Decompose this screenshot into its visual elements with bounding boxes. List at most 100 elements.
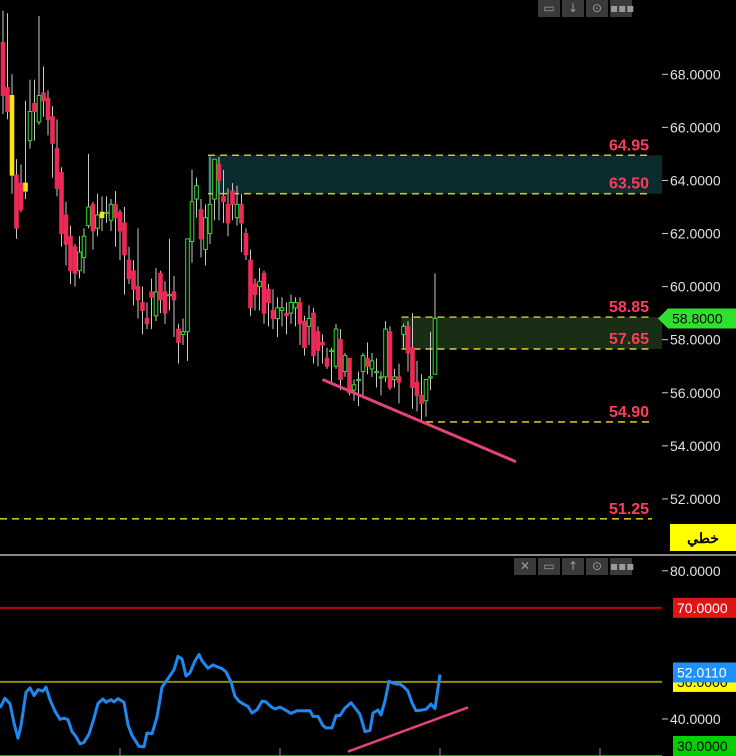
candle-body	[162, 291, 168, 314]
price-axis-label: 60.0000	[670, 279, 721, 295]
candle-body	[306, 317, 312, 327]
candle-body	[113, 203, 118, 219]
candle-body	[279, 307, 285, 312]
candle-body	[45, 97, 51, 120]
candle-body	[320, 341, 325, 346]
price-level-label: 57.65	[609, 331, 649, 348]
candle-body	[239, 203, 244, 224]
price-level-label: 58.85	[609, 299, 649, 316]
indicator-trendline-group	[347, 706, 469, 753]
candle-body	[167, 294, 172, 297]
candle-body	[131, 270, 136, 290]
indicator-axis: 80.000040.000070.000050.000030.000052.01…	[119, 556, 736, 756]
candle-body	[248, 259, 253, 309]
candle-body	[243, 233, 249, 256]
indicator-series-line	[0, 653, 442, 749]
close-icon[interactable]: ✕	[514, 558, 536, 575]
maximize-icon[interactable]: ▭	[538, 0, 560, 17]
candle-body	[284, 312, 289, 317]
candle-body	[378, 376, 384, 379]
chart-type-label: خطي	[687, 530, 719, 547]
candle-body	[108, 203, 114, 221]
more-icon[interactable]: ▪▪▪	[610, 0, 634, 17]
price-zone-0	[208, 155, 662, 194]
maximize-icon[interactable]: ▭	[538, 558, 560, 575]
move-up-icon[interactable]: ↑	[562, 558, 584, 575]
candles	[0, 10, 438, 422]
candle-body	[198, 209, 204, 240]
candle-body	[329, 349, 334, 353]
indicator-toolbar: ✕ ▭ ↑ ⊙ ▪▪▪	[514, 558, 634, 575]
candle-body	[392, 376, 397, 381]
candle-body	[41, 92, 46, 102]
candle-body	[410, 347, 415, 388]
price-level-label: 63.50	[609, 176, 649, 193]
candle-body	[117, 211, 123, 232]
candle-body	[0, 41, 6, 97]
candle-body	[414, 381, 420, 396]
candle-body	[351, 384, 357, 391]
candle-body	[86, 206, 91, 227]
candle-body	[95, 214, 100, 229]
candle-body	[77, 251, 82, 272]
candle-body	[288, 302, 294, 314]
candle-body	[342, 355, 348, 373]
candle-body	[365, 357, 370, 367]
candle-body	[194, 185, 199, 200]
candle-body	[383, 328, 388, 378]
indicator-last-value-label: 52.0110	[677, 664, 727, 680]
candle-body	[158, 272, 163, 301]
candle-body	[419, 394, 424, 404]
indicator-chart[interactable]: 80.000040.000070.000050.000030.000052.01…	[0, 556, 736, 756]
candle-body	[90, 203, 96, 232]
candle-body	[225, 203, 231, 224]
indicator-level-label: 30.0000	[677, 738, 728, 754]
candle-body	[18, 182, 24, 211]
candle-body	[122, 222, 127, 256]
price-axis: 68.0000 66.0000 64.0000 62.0000 60.0000 58.00…	[658, 0, 736, 552]
candle-body	[180, 331, 186, 335]
price-chart[interactable]: 64.95 63.50 58.85 57.65 54.90 51.25 68.0000 66…	[0, 0, 736, 552]
candle-body	[270, 310, 276, 319]
candle-body	[360, 355, 366, 373]
settings-icon[interactable]: ⊙	[586, 558, 608, 575]
indicator-levels	[0, 606, 662, 756]
candle-body	[63, 214, 69, 245]
candle-body	[203, 217, 208, 250]
candle-body	[387, 331, 393, 388]
candle-body	[185, 238, 190, 333]
price-axis-label: 58.0000	[670, 332, 721, 348]
candle-body	[27, 110, 33, 142]
candle-body	[275, 307, 280, 319]
candle-body	[32, 103, 37, 112]
more-icon[interactable]: ▪▪▪	[610, 558, 634, 575]
candle-body	[144, 317, 150, 325]
price-level-label: 64.95	[609, 137, 649, 154]
candle-body	[36, 95, 42, 123]
candle-body	[374, 371, 379, 374]
candle-body	[140, 302, 145, 311]
chart-root[interactable]: 64.95 63.50 58.85 57.65 54.90 51.25 68.0000 66…	[0, 0, 736, 756]
candle-body	[171, 291, 177, 301]
candle-body	[396, 376, 402, 383]
candle-body	[54, 148, 60, 189]
candle-body	[432, 317, 438, 375]
settings-icon[interactable]: ⊙	[586, 0, 608, 17]
candle-body	[189, 201, 195, 242]
move-down-icon[interactable]: ↓	[562, 0, 584, 17]
candle-body	[347, 357, 352, 394]
candle-body	[9, 95, 15, 176]
indicator-level-label: 70.0000	[677, 600, 728, 616]
price-axis-label: 64.0000	[670, 172, 721, 188]
candle-body	[212, 158, 217, 200]
candle-body	[315, 331, 321, 351]
candle-body	[230, 190, 235, 205]
candle-body	[401, 325, 406, 335]
candle-body	[72, 246, 78, 274]
candle-body	[252, 283, 258, 296]
price-chart-toolbar: ▭ ↓ ⊙ ▪▪▪	[538, 0, 634, 17]
candle-body	[221, 195, 226, 203]
indicator-trendline	[347, 706, 469, 753]
price-axis-label: 62.0000	[670, 226, 721, 242]
price-axis-bg	[662, 0, 736, 552]
